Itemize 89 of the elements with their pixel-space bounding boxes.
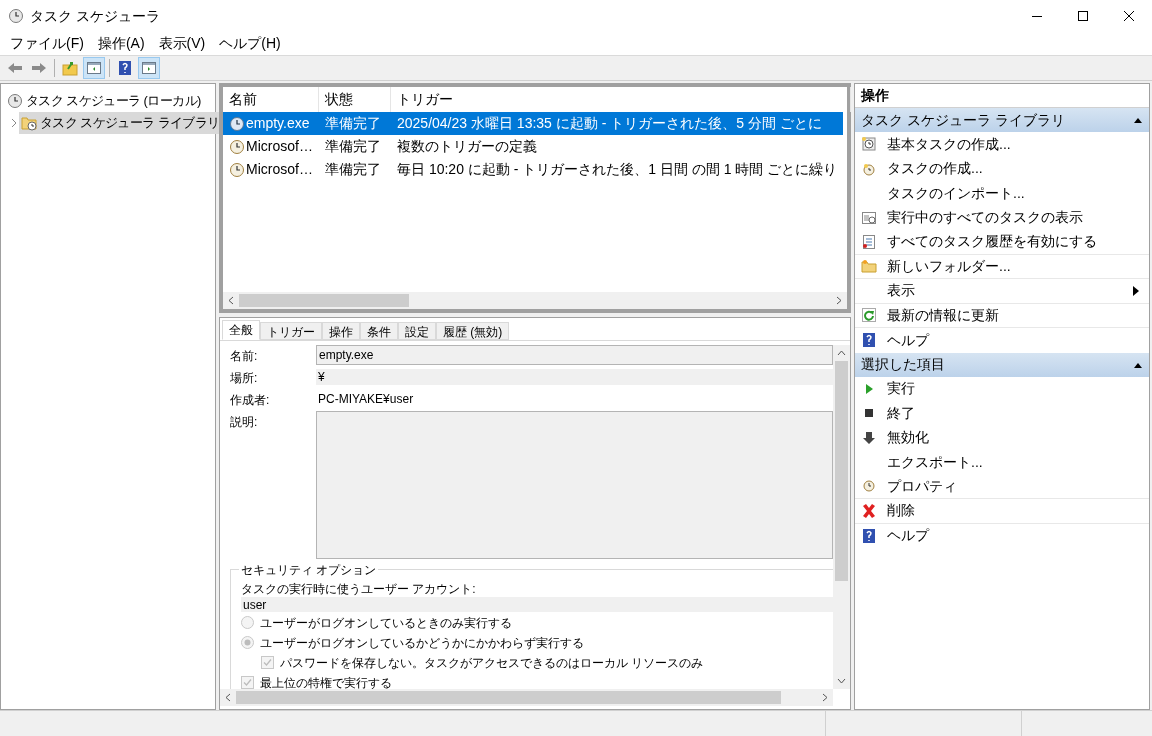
table-cell-text: 準備完了 (325, 160, 381, 179)
table-cell-text: 2025/04/23 水曜日 13:35 に起動 - トリガーされた後、5 分間 ごとに (397, 114, 822, 133)
field-label: 場所: (230, 370, 259, 387)
group-legend: セキュリティ オプション (239, 561, 379, 579)
document-list-icon (861, 233, 877, 250)
menu-item[interactable]: ヘルプ(H) (212, 31, 288, 56)
action-item[interactable]: 基本タスクの作成... (855, 132, 1149, 157)
account-value: user (241, 597, 833, 612)
action-item[interactable]: 無効化 (855, 425, 1149, 450)
table-row[interactable]: Microsof… 準備完了 毎日 10:20 に起動 - トリガーされた後、1 日間 の間 1 時間 ごとに繰り (223, 158, 843, 181)
help-icon (861, 527, 877, 544)
action-item[interactable]: 新しいフォルダー... (855, 254, 1149, 279)
table-cell-text: 毎日 10:20 に起動 - トリガーされた後、1 日間 の間 1 時間 ごとに繰り (397, 160, 838, 179)
action-item[interactable]: プロパティ (855, 474, 1149, 499)
window-pane-icon (86, 60, 102, 76)
table-cell-text: empty.exe (246, 114, 310, 133)
menu-item[interactable]: 操作(A) (90, 31, 152, 56)
section-header[interactable]: タスク スケジューラ ライブラリ (855, 108, 1149, 132)
pane-toggle-button[interactable] (83, 57, 105, 79)
tree-item[interactable]: タスク スケジューラ (ローカル) (5, 90, 203, 112)
right-arrow-icon (31, 60, 47, 76)
radio-button[interactable]: ユーザーがログオンしているかどうかにかかわらず実行する (241, 633, 833, 652)
menu-item[interactable]: ファイル(F) (3, 31, 91, 56)
description-field[interactable] (316, 411, 833, 559)
folder-icon (62, 60, 78, 76)
tab[interactable]: 条件 (360, 322, 398, 340)
down-arrow-icon (861, 429, 877, 446)
section-header[interactable]: 選択した項目 (855, 352, 1149, 377)
minimize-icon (1032, 15, 1042, 17)
horizontal-scrollbar[interactable] (220, 689, 833, 706)
clock-icon (7, 93, 23, 109)
tab[interactable]: 履歴 (無効) (436, 322, 510, 340)
action-item[interactable]: ヘルプ (855, 328, 1149, 353)
location-value: ¥ (316, 369, 833, 385)
close-icon (1124, 11, 1134, 21)
calendar-clock-icon (861, 136, 877, 153)
vertical-scrollbar[interactable] (833, 345, 850, 689)
window-clock-icon (861, 209, 877, 226)
author-value: PC-MIYAKE¥user (317, 391, 415, 407)
radio-button[interactable]: ユーザーがログオンしているときのみ実行する (241, 613, 833, 632)
action-item[interactable]: 実行中のすべてのタスクの表示 (855, 205, 1149, 230)
help-icon (861, 332, 877, 349)
table-row[interactable]: empty.exe 準備完了 2025/04/23 水曜日 13:35 に起動 - トリガーされた後、5 分間 ごとに (223, 112, 843, 135)
chevron-right-icon (9, 118, 19, 128)
refresh-icon (861, 307, 877, 324)
window-pane-icon (141, 60, 157, 76)
help-icon (117, 60, 133, 76)
window-title: タスク スケジューラ (30, 6, 160, 26)
table-cell-text: Microsof… (246, 137, 313, 156)
action-item[interactable]: 実行 (855, 376, 1149, 401)
clock-icon (861, 478, 877, 495)
table-cell-text: 準備完了 (325, 114, 381, 133)
action-item[interactable]: 削除 (855, 499, 1149, 524)
checkbox[interactable]: 最上位の特権で実行する (241, 673, 833, 689)
tab[interactable]: トリガー (260, 322, 322, 340)
action-item[interactable]: すべてのタスク履歴を有効にする (855, 230, 1149, 255)
clock-icon (229, 161, 245, 178)
action-item[interactable]: 最新の情報に更新 (855, 303, 1149, 328)
left-arrow-icon (7, 60, 23, 76)
field-label: 名前: (230, 348, 259, 365)
action-item[interactable]: タスクの作成... (855, 156, 1149, 181)
action-item[interactable]: エクスポート... (855, 450, 1149, 475)
name-field[interactable]: empty.exe (316, 345, 833, 365)
table-cell-text: 複数のトリガーの定義 (397, 137, 537, 156)
maximize-icon (1078, 11, 1088, 21)
menu-item[interactable]: 表示(V) (151, 31, 213, 56)
delete-icon (861, 502, 877, 519)
action-item[interactable]: ヘルプ (855, 523, 1149, 548)
horizontal-scrollbar[interactable] (223, 292, 847, 309)
table-row[interactable]: Microsof… 準備完了 複数のトリガーの定義 (223, 135, 843, 158)
clock-icon (229, 138, 245, 155)
field-label: 説明: (230, 414, 259, 431)
action-item[interactable]: タスクのインポート... (855, 181, 1149, 206)
clock-icon (8, 8, 24, 24)
tab[interactable]: 設定 (398, 322, 436, 340)
action-item[interactable]: 表示 (855, 279, 1149, 304)
tab[interactable]: 操作 (322, 322, 360, 340)
folder-clock-icon (21, 115, 37, 131)
field-label: 作成者: (230, 392, 271, 409)
action-item[interactable]: 終了 (855, 401, 1149, 426)
checkbox[interactable]: パスワードを保存しない。タスクがアクセスできるのはローカル リソースのみ (261, 653, 833, 672)
tab[interactable]: 全般 (222, 320, 260, 340)
account-label: タスクの実行時に使うユーザー アカウント: (241, 581, 477, 596)
folder-icon (861, 258, 877, 275)
table-cell-text: Microsof… (246, 160, 313, 179)
action-pane-button[interactable] (138, 57, 160, 79)
tree-item[interactable]: タスク スケジューラ ライブラリ (19, 112, 222, 134)
table-cell-text: 準備完了 (325, 137, 381, 156)
clock-icon (229, 115, 245, 132)
